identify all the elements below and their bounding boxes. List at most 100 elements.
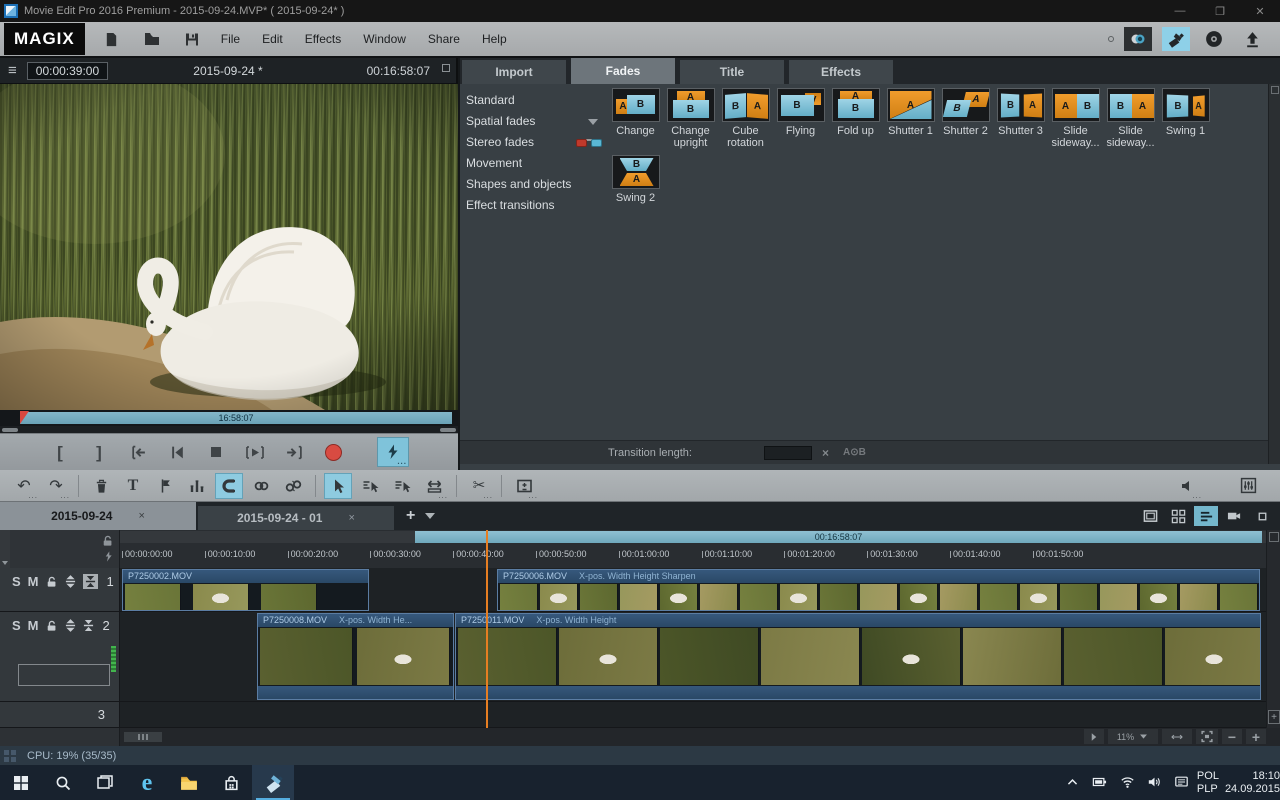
fit-width-icon[interactable]	[1162, 729, 1192, 744]
undo-icon[interactable]: ↶...	[10, 473, 38, 499]
open-project-icon[interactable]	[139, 28, 165, 50]
scrollbar-top-button[interactable]	[1269, 532, 1279, 542]
fade-category-standard[interactable]: Standard	[460, 90, 606, 111]
group-link-icon[interactable]	[247, 473, 275, 499]
track-height-icon[interactable]	[65, 575, 76, 588]
small-square-icon[interactable]	[1250, 506, 1274, 526]
clip-title-bar[interactable]: P7250008.MOVX-pos. Width He...	[258, 614, 453, 627]
preview-menu-icon[interactable]: ≡	[8, 63, 17, 78]
clip-P7250011.MOV[interactable]: P7250011.MOVX-pos. Width Height	[455, 613, 1261, 700]
close-tab-icon[interactable]: ×	[348, 512, 354, 524]
tab-title[interactable]: Title	[680, 60, 784, 84]
multicam-icon[interactable]	[1222, 506, 1246, 526]
transition-thumbnail-icon[interactable]: AB	[612, 88, 660, 122]
jump-end-icon[interactable]	[283, 439, 305, 465]
transition-cube[interactable]: ABCube rotation	[718, 88, 773, 149]
jump-start-icon[interactable]	[127, 439, 149, 465]
transition-shutter1[interactable]: ABShutter 1	[883, 88, 938, 149]
new-project-icon[interactable]	[99, 28, 125, 50]
transition-thumbnail-icon[interactable]: AB	[1162, 88, 1210, 122]
fade-category-effect-transitions[interactable]: Effect transitions	[460, 195, 606, 216]
hscroll-thumb[interactable]	[124, 732, 162, 742]
tab-fades[interactable]: Fades	[571, 58, 675, 84]
snap-magnet-icon[interactable]	[215, 473, 243, 499]
tab-import[interactable]: Import	[462, 60, 566, 84]
scroll-handle-left[interactable]	[2, 428, 18, 432]
solo-button[interactable]: S	[12, 618, 21, 633]
scroll-handle-right[interactable]	[440, 428, 456, 432]
transition-shutter2[interactable]: ABShutter 2	[938, 88, 993, 149]
edit-mode-icon[interactable]	[1162, 27, 1190, 51]
export-icon[interactable]	[1238, 27, 1266, 51]
transition-thumbnail-icon[interactable]: AB	[1052, 88, 1100, 122]
single-monitor-icon[interactable]	[1138, 506, 1162, 526]
resize-grip-icon[interactable]	[3, 749, 17, 763]
fade-category-shapes-and-objects[interactable]: Shapes and objects	[460, 174, 606, 195]
transition-thumbnail-icon[interactable]: AB	[722, 88, 770, 122]
task-view-icon[interactable]	[84, 765, 126, 800]
minimize-button[interactable]: —	[1160, 0, 1200, 22]
range-select-icon[interactable]	[356, 473, 384, 499]
crossfade-ab-icon[interactable]: A⊙B	[843, 447, 866, 458]
wifi-icon[interactable]	[1120, 774, 1135, 792]
menu-share[interactable]: Share	[428, 32, 460, 46]
audio-levels-icon[interactable]	[183, 473, 211, 499]
lock-track-icon[interactable]	[46, 619, 58, 632]
ruler-mini-scroll[interactable]	[0, 530, 10, 568]
fit-all-icon[interactable]	[1196, 729, 1218, 744]
transition-thumbnail-icon[interactable]: AB	[667, 88, 715, 122]
transition-thumbnail-icon[interactable]: AB	[887, 88, 935, 122]
track-3-header[interactable]: 3	[0, 702, 120, 728]
track-height-icon[interactable]	[65, 619, 76, 632]
track-name-input[interactable]	[18, 664, 110, 686]
edge-icon[interactable]: e	[126, 765, 168, 800]
transition-shutter3[interactable]: ABShutter 3	[993, 88, 1048, 149]
menu-help[interactable]: Help	[482, 32, 507, 46]
stretch-icon[interactable]: ...	[420, 473, 448, 499]
timeline-vertical-scrollbar[interactable]: +	[1266, 530, 1280, 728]
transition-thumbnail-icon[interactable]: AB	[997, 88, 1045, 122]
menu-edit[interactable]: Edit	[262, 32, 283, 46]
menu-window[interactable]: Window	[363, 32, 406, 46]
text-title-icon[interactable]: T	[119, 473, 147, 499]
tray-chevron-icon[interactable]	[1066, 774, 1079, 792]
solo-button[interactable]: S	[12, 574, 21, 589]
timeline-ruler[interactable]: 00:16:58:07 00:00:00:0000:00:10:0000:00:…	[0, 530, 1280, 568]
track-1-header[interactable]: SM1	[0, 568, 120, 612]
track-collapse-icon[interactable]	[83, 619, 94, 632]
file-explorer-icon[interactable]	[168, 765, 210, 800]
transition-thumbnail-icon[interactable]: AB	[942, 88, 990, 122]
insert-mode-icon[interactable]: ...	[510, 473, 538, 499]
battery-icon[interactable]	[1091, 774, 1108, 792]
clip-footer-bar[interactable]	[258, 686, 453, 699]
add-movie-tab-icon[interactable]: +	[406, 508, 415, 524]
prev-frame-icon[interactable]	[166, 439, 188, 465]
smart-preview-icon[interactable]: ...	[377, 437, 409, 467]
clip-title-bar[interactable]: P7250011.MOVX-pos. Width Height	[456, 614, 1260, 627]
fade-category-stereo-fades[interactable]: Stereo fades	[460, 132, 606, 153]
record-icon[interactable]	[322, 439, 344, 465]
scroll-right-icon[interactable]	[1084, 729, 1104, 744]
mute-speaker-icon[interactable]: ...	[1174, 473, 1202, 499]
pool-scroll-button[interactable]	[1271, 86, 1279, 94]
stop-icon[interactable]	[205, 439, 227, 465]
track-2-header[interactable]: SM2	[0, 612, 120, 702]
mute-button[interactable]: M	[28, 618, 39, 633]
storyboard-view-icon[interactable]	[1166, 506, 1190, 526]
lock-track-icon[interactable]	[46, 575, 58, 588]
track-2-lane[interactable]: P7250008.MOVX-pos. Width He...P7250011.M…	[120, 612, 1266, 702]
scissors-icon[interactable]: ✂...	[465, 473, 493, 499]
save-project-icon[interactable]	[179, 28, 205, 50]
trash-icon[interactable]	[87, 473, 115, 499]
transition-change[interactable]: ABChange	[608, 88, 663, 149]
close-tab-icon[interactable]: ×	[138, 510, 144, 522]
marker-flag-icon[interactable]	[151, 473, 179, 499]
mouse-cursor-icon[interactable]	[324, 473, 352, 499]
transition-slide-ab[interactable]: ABSlide sideway...	[1048, 88, 1103, 149]
clip-P7250002.MOV[interactable]: P7250002.MOV	[122, 569, 369, 611]
windows-start-icon[interactable]	[0, 765, 42, 800]
range-select-alt-icon[interactable]	[388, 473, 416, 499]
detach-preview-icon[interactable]	[442, 64, 450, 72]
position-timecode[interactable]: 00:00:39:00	[27, 62, 108, 80]
preview-scrollbar[interactable]	[0, 426, 458, 433]
